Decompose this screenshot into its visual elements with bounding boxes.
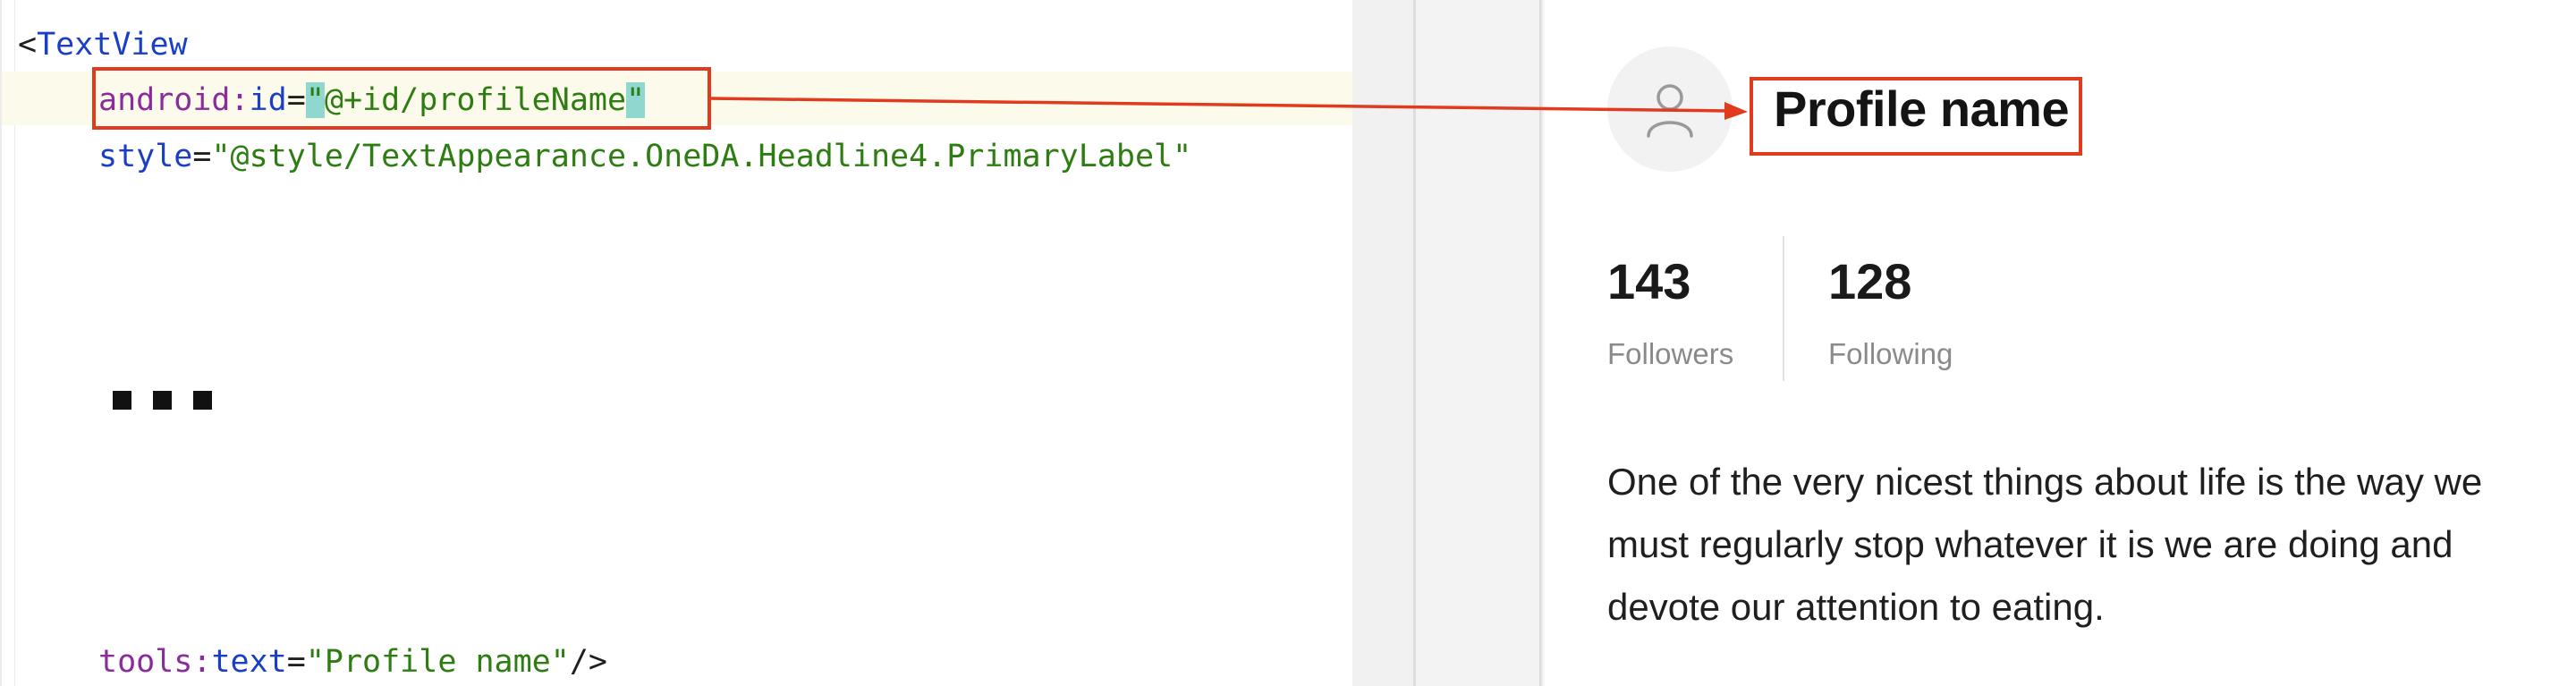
preview-margin: [1416, 0, 1539, 686]
code-attr-value: "@style/TextAppearance.OneDA.Headline4.P…: [211, 139, 1192, 174]
code-self-close: />: [569, 644, 607, 680]
code-tag-name: TextView: [37, 27, 188, 63]
code-equals: =: [192, 139, 212, 174]
code-equals: =: [286, 644, 306, 680]
avatar: [1607, 47, 1733, 172]
code-attr-name: text: [211, 644, 287, 680]
annotation-box-preview: [1750, 77, 2082, 156]
code-attr-name: style: [98, 139, 193, 174]
omitted-code-ellipsis: [113, 391, 212, 410]
ellipsis-dot: [153, 391, 172, 410]
code-editor[interactable]: <TextView android:id="@+id/profileName" …: [0, 0, 1354, 686]
bio-text: One of the very nicest things about life…: [1607, 461, 2483, 628]
ellipsis-dot: [113, 391, 131, 410]
code-line-tools-text[interactable]: tools:text="Profile name"/>: [98, 642, 607, 682]
annotation-box-code: [92, 67, 711, 130]
code-namespace: tools:: [98, 644, 212, 680]
followers-label: Followers: [1607, 337, 1734, 370]
ellipsis-dot: [193, 391, 212, 410]
following-label: Following: [1828, 337, 1953, 370]
following-count: 128: [1828, 253, 1912, 309]
editor-margin: [1352, 0, 1413, 686]
stats-divider: [1783, 236, 1784, 381]
person-icon: [1647, 84, 1693, 138]
followers-count: 143: [1607, 253, 1691, 309]
code-line-textview[interactable]: <TextView: [18, 25, 188, 64]
code-open-bracket: <: [18, 27, 38, 63]
code-line-style[interactable]: style="@style/TextAppearance.OneDA.Headl…: [98, 137, 1191, 176]
code-attr-value: "Profile name": [305, 644, 570, 680]
